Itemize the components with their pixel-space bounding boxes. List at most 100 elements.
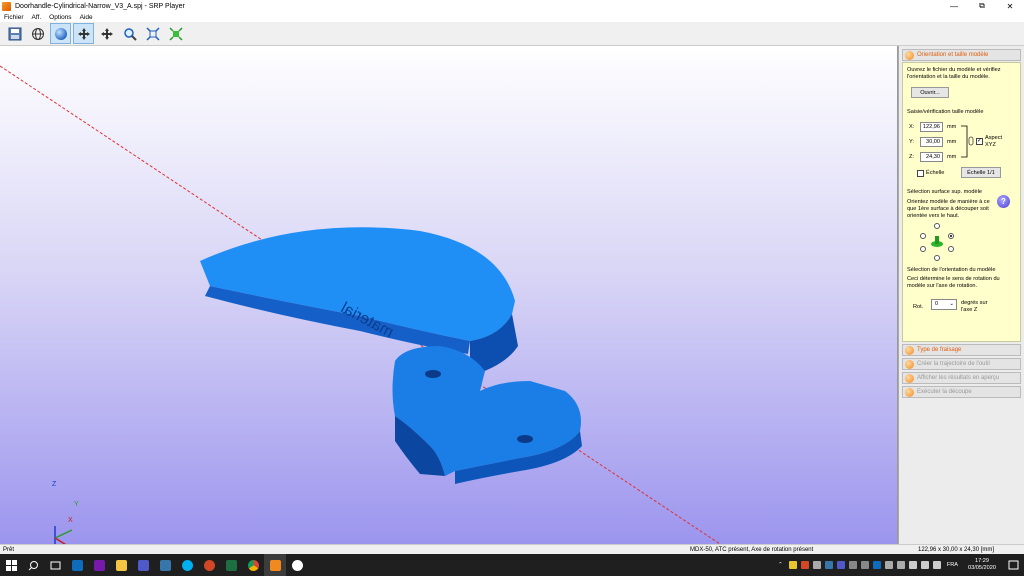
fit-all-button[interactable]: [165, 23, 186, 44]
onenote-icon: [93, 559, 105, 571]
task-view-button[interactable]: [44, 554, 66, 576]
rotate-button[interactable]: [73, 23, 94, 44]
explorer-icon: [115, 559, 127, 571]
orientation-section-body: Ouvrez le fichier du modèle et vérifiez …: [902, 62, 1021, 342]
tray-app-icon[interactable]: [800, 561, 809, 569]
battery-icon[interactable]: [908, 561, 917, 569]
menu-options[interactable]: Options: [49, 14, 71, 21]
help-icon[interactable]: ?: [997, 195, 1010, 208]
clock[interactable]: 17:29 03/05/2020: [968, 558, 996, 572]
start-button[interactable]: [0, 554, 22, 576]
section-milling-type[interactable]: Type de fraisage: [902, 344, 1021, 356]
tray-app-icon[interactable]: [824, 561, 833, 569]
orient-radio-right-down[interactable]: [948, 246, 954, 252]
globe-icon: [31, 27, 44, 40]
menu-aff[interactable]: Aff.: [32, 14, 42, 21]
move-active-icon: [77, 27, 90, 40]
explorer-app[interactable]: [110, 554, 132, 576]
y-size-input[interactable]: 30,00: [920, 137, 943, 147]
tray-app-icon[interactable]: [884, 561, 893, 569]
fit-green-icon: [168, 26, 183, 41]
chrome-app[interactable]: [242, 554, 264, 576]
render-sphere-button[interactable]: [50, 23, 71, 44]
excel-app[interactable]: [220, 554, 242, 576]
open-button[interactable]: Ouvrir...: [911, 87, 949, 98]
teams-icon: [137, 559, 149, 571]
network-icon[interactable]: [920, 561, 929, 569]
toolbar: [0, 22, 1024, 46]
fit-button[interactable]: [142, 23, 163, 44]
scale-label: Échelle: [926, 170, 945, 176]
save-button[interactable]: [4, 23, 25, 44]
menu-aide[interactable]: Aide: [80, 14, 93, 21]
surface-text: Orientez modèle de manière à ce que 1ère…: [907, 199, 990, 219]
right-panel: Orientation et taille modèle Ouvrez le f…: [898, 46, 1024, 544]
orient-radio-right-up[interactable]: [948, 233, 954, 239]
notifications-button[interactable]: [1002, 554, 1024, 576]
zoom-button[interactable]: [119, 23, 140, 44]
cloud-app-icon: [291, 559, 303, 571]
section-bullet-icon: [905, 345, 914, 355]
powerpoint-icon: [203, 559, 215, 571]
chrome-icon: [247, 559, 259, 571]
aspect-checkbox[interactable]: ✓: [976, 138, 983, 145]
start-icon: [5, 559, 17, 571]
volume-icon[interactable]: [932, 561, 941, 569]
status-bar: Prêt MDX-50, ATC présent, Axe de rotatio…: [0, 544, 1024, 554]
outlook-icon: [71, 559, 83, 571]
skype-app[interactable]: [176, 554, 198, 576]
python-app[interactable]: [154, 554, 176, 576]
rotation-select[interactable]: 0 ⌄: [931, 299, 957, 310]
section-toolpath[interactable]: Créer la trajectoire de l'outil: [902, 358, 1021, 370]
y-unit: mm: [947, 139, 957, 145]
pan-button[interactable]: [96, 23, 117, 44]
cloud-app[interactable]: [286, 554, 308, 576]
tray-app-icon[interactable]: [812, 561, 821, 569]
srp-player-app[interactable]: [264, 554, 286, 576]
clock-date: 03/05/2020: [968, 565, 996, 571]
intro-text: Ouvrez le fichier du modèle et vérifiez …: [907, 67, 1001, 80]
z-size-input[interactable]: 24,30: [920, 152, 943, 162]
powerpoint-app[interactable]: [198, 554, 220, 576]
menu-fichier[interactable]: Fichier: [4, 14, 24, 21]
axis-gizmo: Z Y X: [52, 481, 79, 544]
tray-chevron-icon[interactable]: ⌃: [778, 562, 783, 568]
section-bullet-icon: [905, 373, 914, 383]
scale-1-1-button[interactable]: Échelle 1/1: [961, 167, 1001, 178]
teams-app[interactable]: [132, 554, 154, 576]
outlook-app[interactable]: [66, 554, 88, 576]
view-globe-button[interactable]: [27, 23, 48, 44]
notifications-icon: [1008, 560, 1018, 569]
section-bullet-icon: [905, 387, 914, 397]
language-indicator[interactable]: FRA: [947, 562, 958, 568]
orient-radio-top[interactable]: [934, 223, 940, 229]
clock-time: 17:29: [975, 558, 989, 564]
orient-heading: Sélection de l'orientation du modèle: [907, 267, 996, 273]
orient-radio-left-down[interactable]: [920, 246, 926, 252]
scale-checkbox[interactable]: [917, 170, 924, 177]
orient-radio-left-up[interactable]: [920, 233, 926, 239]
section-preview[interactable]: Afficher les résultats en aperçu: [902, 372, 1021, 384]
tray-app-icon[interactable]: [872, 561, 881, 569]
close-icon[interactable]: ✕: [996, 0, 1024, 12]
onenote-app[interactable]: [88, 554, 110, 576]
minimize-icon[interactable]: —: [940, 0, 968, 12]
section-cut[interactable]: Exécuter la découpe: [902, 386, 1021, 398]
search-button[interactable]: [22, 554, 44, 576]
3d-viewport[interactable]: material Z Y X: [0, 46, 898, 544]
tray-app-icon[interactable]: [896, 561, 905, 569]
tray-app-icon[interactable]: [836, 561, 845, 569]
tray-app-icon[interactable]: [860, 561, 869, 569]
python-icon: [159, 559, 171, 571]
orient-radio-bottom[interactable]: [934, 255, 940, 261]
section-orientation-header[interactable]: Orientation et taille modèle: [902, 49, 1021, 61]
x-size-input[interactable]: 122,96: [920, 122, 943, 132]
section-bullet-icon: [905, 50, 914, 60]
tray-app-icon[interactable]: [788, 561, 797, 569]
task-view-icon: [50, 561, 60, 569]
system-tray: ⌃ FRA 17:29 03/05/2020: [778, 554, 1024, 576]
aspect-label: Aspect XYZ: [985, 135, 1003, 148]
tray-app-icon[interactable]: [848, 561, 857, 569]
surface-heading: Sélection surface sup. modèle: [907, 189, 982, 195]
restore-icon[interactable]: ⧉: [968, 0, 996, 12]
